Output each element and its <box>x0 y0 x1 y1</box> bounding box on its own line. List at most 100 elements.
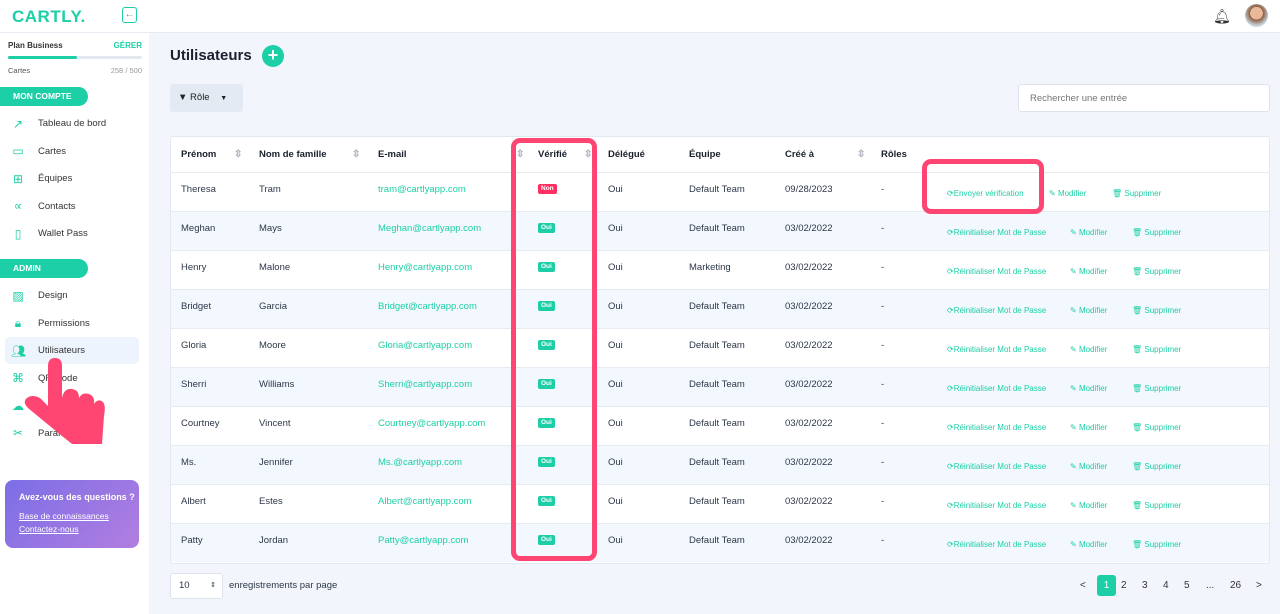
edit-button[interactable]: ✎ Modifier <box>1070 372 1107 406</box>
delete-button[interactable]: 🗑︎ Supprimer <box>1132 333 1181 367</box>
knowledge-base-link[interactable]: Base de connaissances <box>19 511 139 521</box>
table-row: Albert Estes Albert@cartlyapp.com Oui Oui Def… <box>171 484 1269 523</box>
sidebar-item--quipes[interactable]: ⊞ Équipes <box>5 165 139 192</box>
edit-button[interactable]: ✎ Modifier <box>1070 489 1107 523</box>
email-link[interactable]: Sherri@cartlyapp.com <box>378 368 472 402</box>
column-header[interactable]: Délégué <box>608 137 645 172</box>
nav-icon: ▯ <box>14 226 22 241</box>
sidebar-item-tableau-de-bord[interactable]: ↗ Tableau de bord <box>5 110 139 137</box>
column-header[interactable]: Créé à <box>785 137 814 172</box>
sidebar-item-wallet-pass[interactable]: ▯ Wallet Pass <box>5 220 139 247</box>
reset-password-button[interactable]: ⟳Réinitialiser Mot de Passe <box>947 255 1046 289</box>
column-header[interactable]: Nom de famille <box>259 137 327 172</box>
highlight-send-verification <box>922 159 1044 214</box>
edit-button[interactable]: ✎ Modifier <box>1070 411 1107 445</box>
action-label: Réinitialiser Mot de Passe <box>953 423 1047 432</box>
users-table: Prénom Nom de famille E-mail Vérifié Délégué… <box>170 136 1270 564</box>
reset-password-button[interactable]: ⟳Réinitialiser Mot de Passe <box>947 450 1046 484</box>
page-link[interactable]: 3 <box>1142 575 1148 596</box>
delete-label: Supprimer <box>1144 384 1182 393</box>
manage-plan-link[interactable]: GÉRER <box>114 41 142 50</box>
cell: - <box>881 184 885 195</box>
delete-label: Supprimer <box>1144 306 1182 315</box>
delete-button[interactable]: 🗑︎ Supprimer <box>1132 216 1181 250</box>
page-next[interactable]: > <box>1256 575 1262 596</box>
email-link[interactable]: tram@cartlyapp.com <box>378 173 466 207</box>
table-row: Courtney Vincent Courtney@cartlyapp.com Oui… <box>171 406 1269 445</box>
table-row: Patty Jordan Patty@cartlyapp.com Oui Oui Defa… <box>171 523 1269 562</box>
nav-icon: ∝ <box>13 199 23 213</box>
collapse-sidebar-button[interactable]: ← <box>122 7 137 23</box>
column-header[interactable]: Équipe <box>689 137 721 172</box>
sidebar-item-cartes[interactable]: ▭ Cartes <box>5 138 139 165</box>
column-header[interactable]: Rôles <box>881 137 907 172</box>
nav-label: Tableau de bord <box>38 118 107 129</box>
email-link[interactable]: Henry@cartlyapp.com <box>378 251 472 285</box>
sidebar-item-design[interactable]: ▨ Design <box>5 282 139 309</box>
email-link[interactable]: Albert@cartlyapp.com <box>378 485 472 519</box>
page-link[interactable]: 5 <box>1184 575 1190 596</box>
delete-button[interactable]: 🗑︎ Supprimer <box>1132 372 1181 406</box>
per-page-select[interactable]: 10 ⇕ <box>170 573 223 599</box>
add-user-button[interactable]: + <box>262 45 284 67</box>
top-header: CARTLY. ← 🔔︎ <box>0 0 1280 33</box>
search-input[interactable] <box>1018 84 1270 112</box>
column-header[interactable]: Prénom <box>181 137 216 172</box>
role-filter-button[interactable]: ▼ Rôle ▼ <box>170 84 243 112</box>
sort-icon[interactable]: ⇳ <box>234 137 242 172</box>
edit-button[interactable]: ✎ Modifier <box>1070 333 1107 367</box>
edit-button[interactable]: ✎ Modifier <box>1070 294 1107 328</box>
delete-button[interactable]: 🗑︎ Supprimer <box>1132 294 1181 328</box>
trash-icon: 🗑︎ <box>1132 423 1143 432</box>
email-link[interactable]: Gloria@cartlyapp.com <box>378 329 472 363</box>
edit-button[interactable]: ✎ Modifier <box>1070 216 1107 250</box>
plan-name: Plan Business <box>8 41 63 50</box>
page-link[interactable]: 1 <box>1097 575 1116 596</box>
email-link[interactable]: Ms.@cartlyapp.com <box>378 446 462 480</box>
delete-label: Supprimer <box>1144 462 1182 471</box>
avatar[interactable] <box>1245 4 1268 27</box>
edit-button[interactable]: ✎ Modifier <box>1070 450 1107 484</box>
cell: Marketing <box>689 262 731 273</box>
sidebar-item-contacts[interactable]: ∝ Contacts <box>5 193 139 220</box>
reset-password-button[interactable]: ⟳Réinitialiser Mot de Passe <box>947 372 1046 406</box>
edit-label: Modifier <box>1078 306 1108 315</box>
reset-password-button[interactable]: ⟳Réinitialiser Mot de Passe <box>947 333 1046 367</box>
delete-button[interactable]: 🗑︎ Supprimer <box>1112 177 1161 211</box>
page-link[interactable]: 2 <box>1121 575 1127 596</box>
edit-button[interactable]: ✎ Modifier <box>1070 255 1107 289</box>
table-row: Ms. Jennifer Ms.@cartlyapp.com Oui Oui Defaul… <box>171 445 1269 484</box>
nav-label: Utilisateurs <box>38 345 85 356</box>
bell-icon[interactable]: 🔔︎ <box>1213 8 1231 25</box>
email-link[interactable]: Bridget@cartlyapp.com <box>378 290 477 324</box>
sidebar-item-permissions[interactable]: 🔒︎ Permissions <box>5 310 139 337</box>
delete-button[interactable]: 🗑︎ Supprimer <box>1132 411 1181 445</box>
column-header[interactable]: E-mail <box>378 137 407 172</box>
email-link[interactable]: Meghan@cartlyapp.com <box>378 212 481 246</box>
page-link[interactable]: ... <box>1206 575 1214 596</box>
sort-icon[interactable]: ⇳ <box>857 137 865 172</box>
edit-button[interactable]: ✎ Modifier <box>1070 528 1107 562</box>
contact-link[interactable]: Contactez-nous <box>19 524 139 534</box>
nav-icon: 🔒︎ <box>14 315 22 330</box>
reset-password-button[interactable]: ⟳Réinitialiser Mot de Passe <box>947 489 1046 523</box>
reset-password-button[interactable]: ⟳Réinitialiser Mot de Passe <box>947 294 1046 328</box>
cartly-logo[interactable]: CARTLY. <box>12 7 86 27</box>
page-link[interactable]: 26 <box>1230 575 1241 596</box>
edit-button[interactable]: ✎ Modifier <box>1049 177 1086 211</box>
refresh-icon: ⟳ <box>947 462 954 471</box>
reset-password-button[interactable]: ⟳Réinitialiser Mot de Passe <box>947 411 1046 445</box>
page-link[interactable]: 4 <box>1163 575 1169 596</box>
delete-button[interactable]: 🗑︎ Supprimer <box>1132 489 1181 523</box>
delete-button[interactable]: 🗑︎ Supprimer <box>1132 450 1181 484</box>
email-link[interactable]: Courtney@cartlyapp.com <box>378 407 485 441</box>
reset-password-button[interactable]: ⟳Réinitialiser Mot de Passe <box>947 216 1046 250</box>
reset-password-button[interactable]: ⟳Réinitialiser Mot de Passe <box>947 528 1046 562</box>
delete-button[interactable]: 🗑︎ Supprimer <box>1132 528 1181 562</box>
page-prev[interactable]: < <box>1080 575 1086 596</box>
cell: Default Team <box>689 457 745 468</box>
edit-icon: ✎ <box>1070 267 1077 276</box>
email-link[interactable]: Patty@cartlyapp.com <box>378 524 468 558</box>
delete-button[interactable]: 🗑︎ Supprimer <box>1132 255 1181 289</box>
sort-icon[interactable]: ⇳ <box>352 137 360 172</box>
